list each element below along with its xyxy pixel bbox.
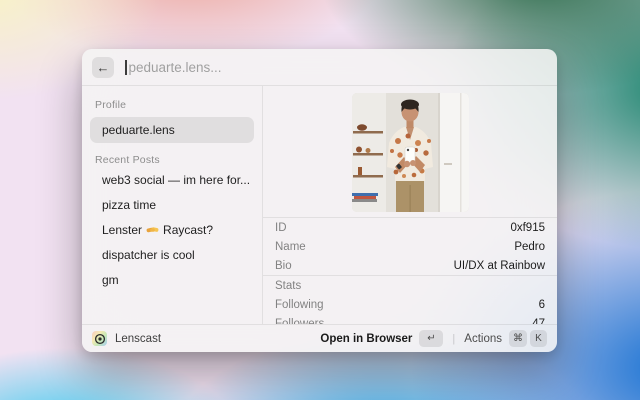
post-item[interactable]: dispatcher is cool	[90, 242, 254, 267]
stats-header: Stats	[275, 280, 301, 292]
sidebar: Profile peduarte.lens Recent Posts web3 …	[82, 86, 262, 324]
detail-panel: ID 0xf915 Name Pedro Bio UI/DX at Rainbo…	[263, 86, 557, 324]
footer-bar: Lenscast Open in Browser ↵ | Actions ⌘ K	[82, 324, 557, 352]
stats-header-row: Stats	[263, 276, 557, 295]
post-label: gm	[102, 273, 119, 287]
meta-label: Following	[275, 299, 324, 311]
actions-button[interactable]: Actions	[464, 333, 502, 345]
command-key-badge: ⌘	[509, 330, 527, 347]
open-in-browser-button[interactable]: Open in Browser	[320, 333, 412, 345]
meta-label: Bio	[275, 260, 292, 272]
recent-posts-list: web3 social — im here for... pizza time …	[90, 167, 254, 292]
post-label: dispatcher is cool	[102, 248, 195, 262]
post-item[interactable]: Lenster Raycast?	[90, 217, 254, 242]
meta-value: 0xf915	[510, 222, 545, 234]
post-label: Raycast?	[163, 223, 213, 237]
meta-row-followers: Followers 47	[263, 314, 557, 324]
post-label: pizza time	[102, 198, 156, 212]
meta-row-id: ID 0xf915	[263, 218, 557, 237]
section-header-recent-posts: Recent Posts	[90, 153, 254, 167]
meta-value: Pedro	[514, 241, 545, 253]
search-bar: ← peduarte.lens...	[82, 49, 557, 86]
meta-value: 6	[539, 299, 545, 311]
meta-row-bio: Bio UI/DX at Rainbow	[263, 256, 557, 275]
profile-photo	[352, 93, 469, 212]
meta-label: ID	[275, 222, 287, 234]
post-item[interactable]: gm	[90, 267, 254, 292]
meta-row-name: Name Pedro	[263, 237, 557, 256]
footer-separator: |	[452, 333, 455, 345]
raycast-window: ← peduarte.lens... Profile peduarte.lens…	[82, 49, 557, 352]
search-input[interactable]: peduarte.lens...	[129, 60, 222, 75]
profile-photo-illustration	[352, 93, 469, 212]
profile-item-label: peduarte.lens	[102, 123, 175, 137]
meta-row-following: Following 6	[263, 295, 557, 314]
handshake-emoji-icon	[146, 224, 159, 238]
text-caret	[125, 60, 127, 75]
content-area: Profile peduarte.lens Recent Posts web3 …	[82, 86, 557, 324]
back-button[interactable]: ←	[92, 57, 114, 78]
lenscast-app-icon	[92, 331, 107, 346]
post-item[interactable]: web3 social — im here for...	[90, 167, 254, 192]
post-item[interactable]: pizza time	[90, 192, 254, 217]
sidebar-item-profile[interactable]: peduarte.lens	[90, 117, 254, 143]
post-label: web3 social — im here for...	[102, 173, 250, 187]
meta-value: UI/DX at Rainbow	[454, 260, 545, 272]
meta-label: Name	[275, 241, 306, 253]
post-label: Lenster	[102, 223, 142, 237]
back-arrow-icon: ←	[97, 60, 110, 75]
photo-area	[263, 86, 557, 218]
return-key-badge: ↵	[419, 330, 443, 347]
app-name: Lenscast	[115, 333, 161, 345]
k-key-badge: K	[530, 330, 547, 347]
section-header-profile: Profile	[90, 98, 254, 112]
